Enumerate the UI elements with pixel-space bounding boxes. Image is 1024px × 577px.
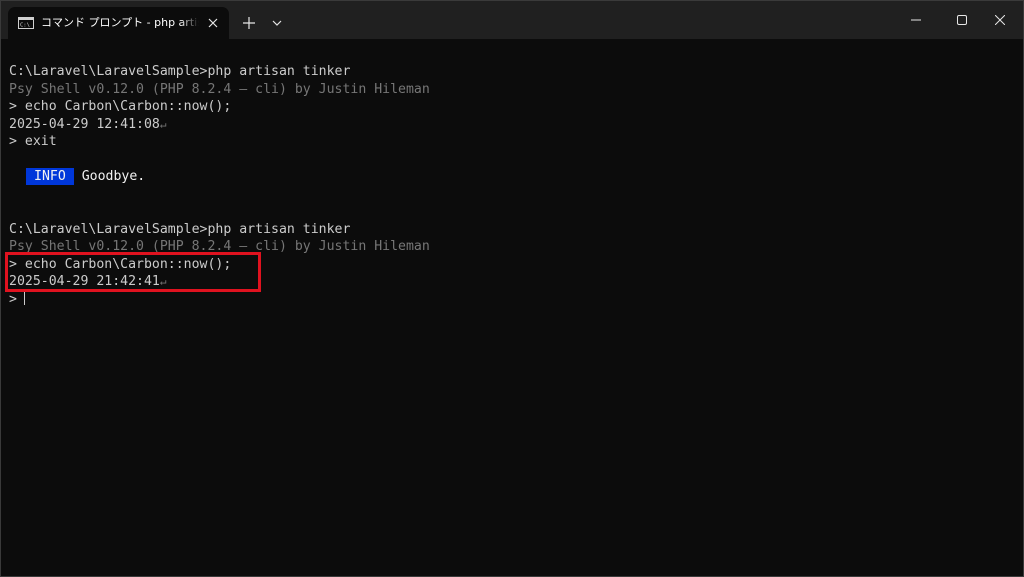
terminal-line-text: > echo Carbon\Carbon::now(); [9,99,232,114]
minimize-icon [911,19,921,21]
svg-text:C:\: C:\ [20,23,30,29]
line-return-icon: ↵ [159,117,167,131]
close-icon [995,15,1005,25]
terminal-line: > [9,291,1009,309]
terminal-line: Psy Shell v0.12.0 (PHP 8.2.4 — cli) by J… [9,81,1009,99]
tab-command-prompt[interactable]: C:\ コマンド プロンプト - php artisan tinker [8,7,229,39]
close-button[interactable] [977,1,1023,39]
terminal-line: > exit [9,133,1009,151]
terminal-line-text: C:\Laravel\LaravelSample>php artisan tin… [9,221,351,237]
terminal-line-text: 2025-04-29 12:41:08 [9,116,160,132]
terminal-line-text: > [9,291,17,307]
tab-title: コマンド プロンプト - php artisan tinker [41,16,199,29]
maximize-icon [957,15,967,25]
terminal-line: INFO Goodbye. [9,168,1009,186]
terminal-line: > echo Carbon\Carbon::now(); [9,98,1009,116]
terminal-window: C:\ コマンド プロンプト - php artisan tinker [0,0,1024,577]
terminal-line-text: Psy Shell v0.12.0 (PHP 8.2.4 — cli) by J… [9,81,430,97]
terminal-line-text: C:\Laravel\LaravelSample>php artisan tin… [9,64,351,79]
text-cursor [23,291,25,305]
info-badge: INFO [26,168,74,185]
highlight-annotation [5,252,261,292]
terminal-line: 2025-04-29 12:41:08↵ [9,116,1009,134]
plus-icon[interactable] [239,13,259,33]
title-bar[interactable]: C:\ コマンド プロンプト - php artisan tinker [1,1,1023,39]
terminal-line: C:\Laravel\LaravelSample>php artisan tin… [9,63,1009,81]
info-message: Goodbye. [81,169,146,184]
cmd-icon: C:\ [18,17,34,29]
chevron-down-icon[interactable] [267,13,287,33]
minimize-button[interactable] [893,1,939,39]
tab-close-icon[interactable] [206,16,220,30]
terminal-line: C:\Laravel\LaravelSample>php artisan tin… [9,221,1009,239]
terminal-line-text: > exit [9,134,57,149]
